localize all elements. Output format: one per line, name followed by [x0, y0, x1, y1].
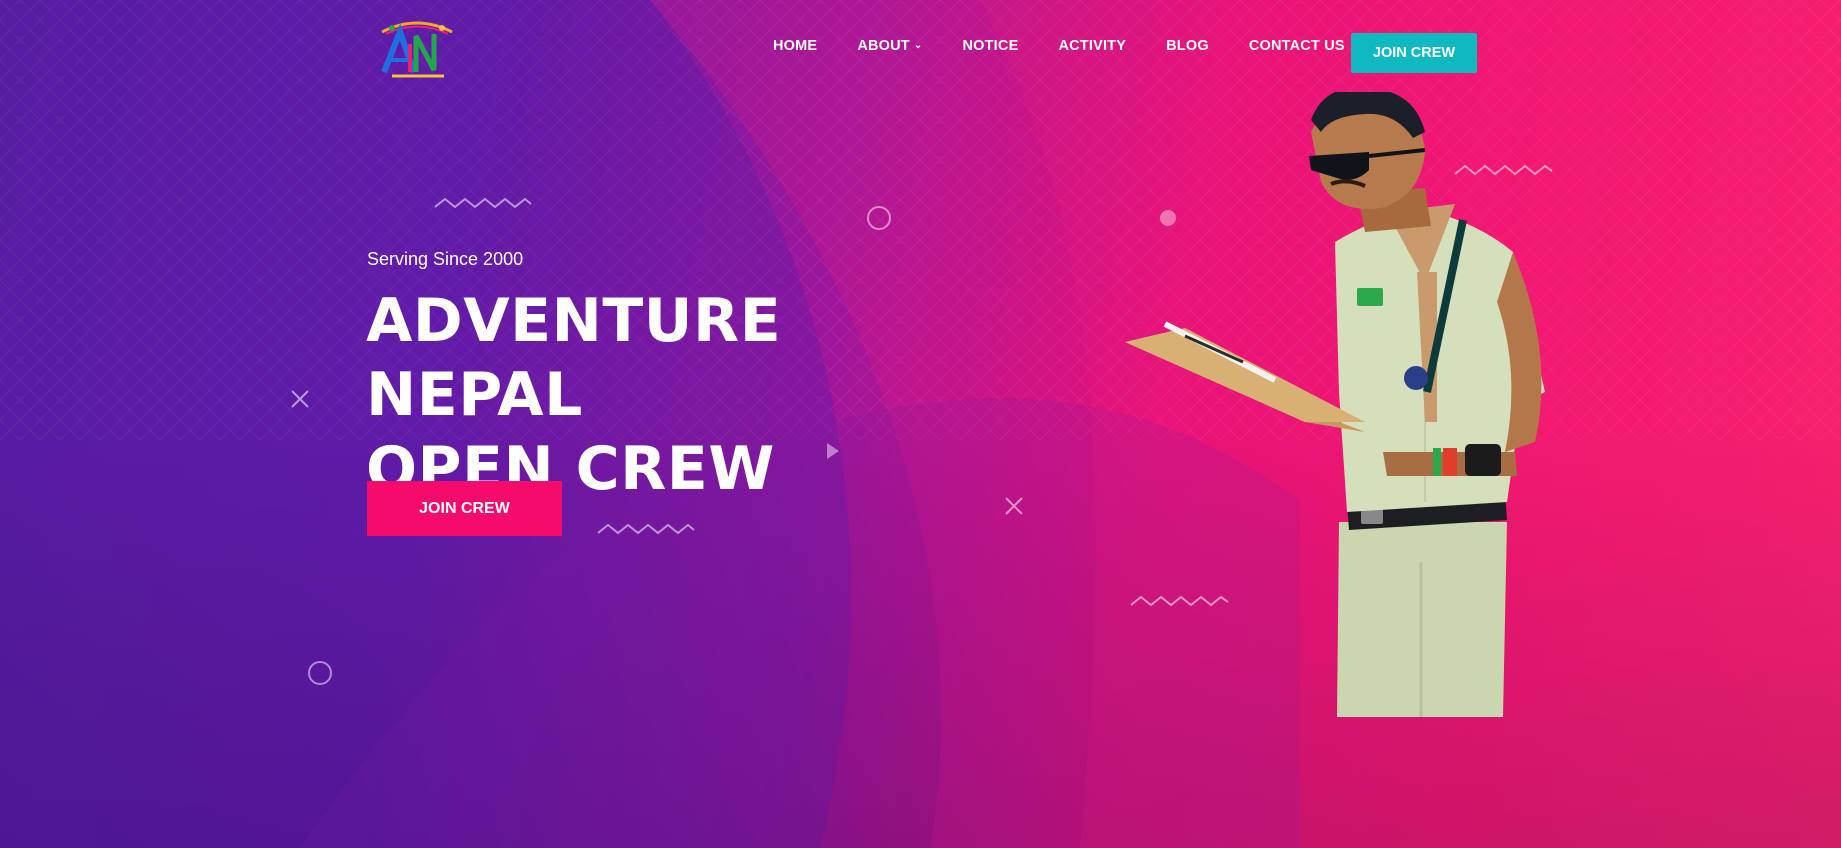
nav-activity[interactable]: ACTIVITY — [1058, 38, 1126, 54]
nav-home-label: HOME — [773, 38, 818, 54]
hero-title: ADVENTURE NEPAL OPEN CREW — [366, 284, 1006, 506]
nav-notice-label: NOTICE — [962, 38, 1019, 54]
nav-home[interactable]: HOME — [773, 38, 817, 54]
main-nav: HOME ABOUT ⌄ NOTICE ACTIVITY BLOG CONTACT… — [773, 38, 1385, 54]
hero-section: HOME ABOUT ⌄ NOTICE ACTIVITY BLOG CONTACT… — [0, 0, 1841, 848]
hero-title-line1: ADVENTURE NEPAL — [366, 286, 782, 430]
hero-join-crew-button[interactable]: JOIN CREW — [367, 481, 562, 536]
header-join-crew-button[interactable]: JOIN CREW — [1351, 33, 1477, 73]
nav-about[interactable]: ABOUT ⌄ — [857, 38, 922, 54]
chevron-down-icon: ⌄ — [913, 39, 923, 51]
site-logo[interactable] — [374, 14, 460, 82]
nav-about-label: ABOUT — [857, 38, 910, 54]
nav-contact-us-label: CONTACT US — [1248, 38, 1345, 54]
nav-blog[interactable]: BLOG — [1166, 38, 1209, 54]
nav-contact-us[interactable]: CONTACT US — [1249, 38, 1345, 54]
hero-person-image — [1125, 92, 1545, 717]
nav-activity-label: ACTIVITY — [1058, 38, 1127, 54]
nav-notice[interactable]: NOTICE — [962, 38, 1018, 54]
hero-tagline: Serving Since 2000 — [367, 249, 524, 269]
nav-blog-label: BLOG — [1166, 38, 1209, 54]
